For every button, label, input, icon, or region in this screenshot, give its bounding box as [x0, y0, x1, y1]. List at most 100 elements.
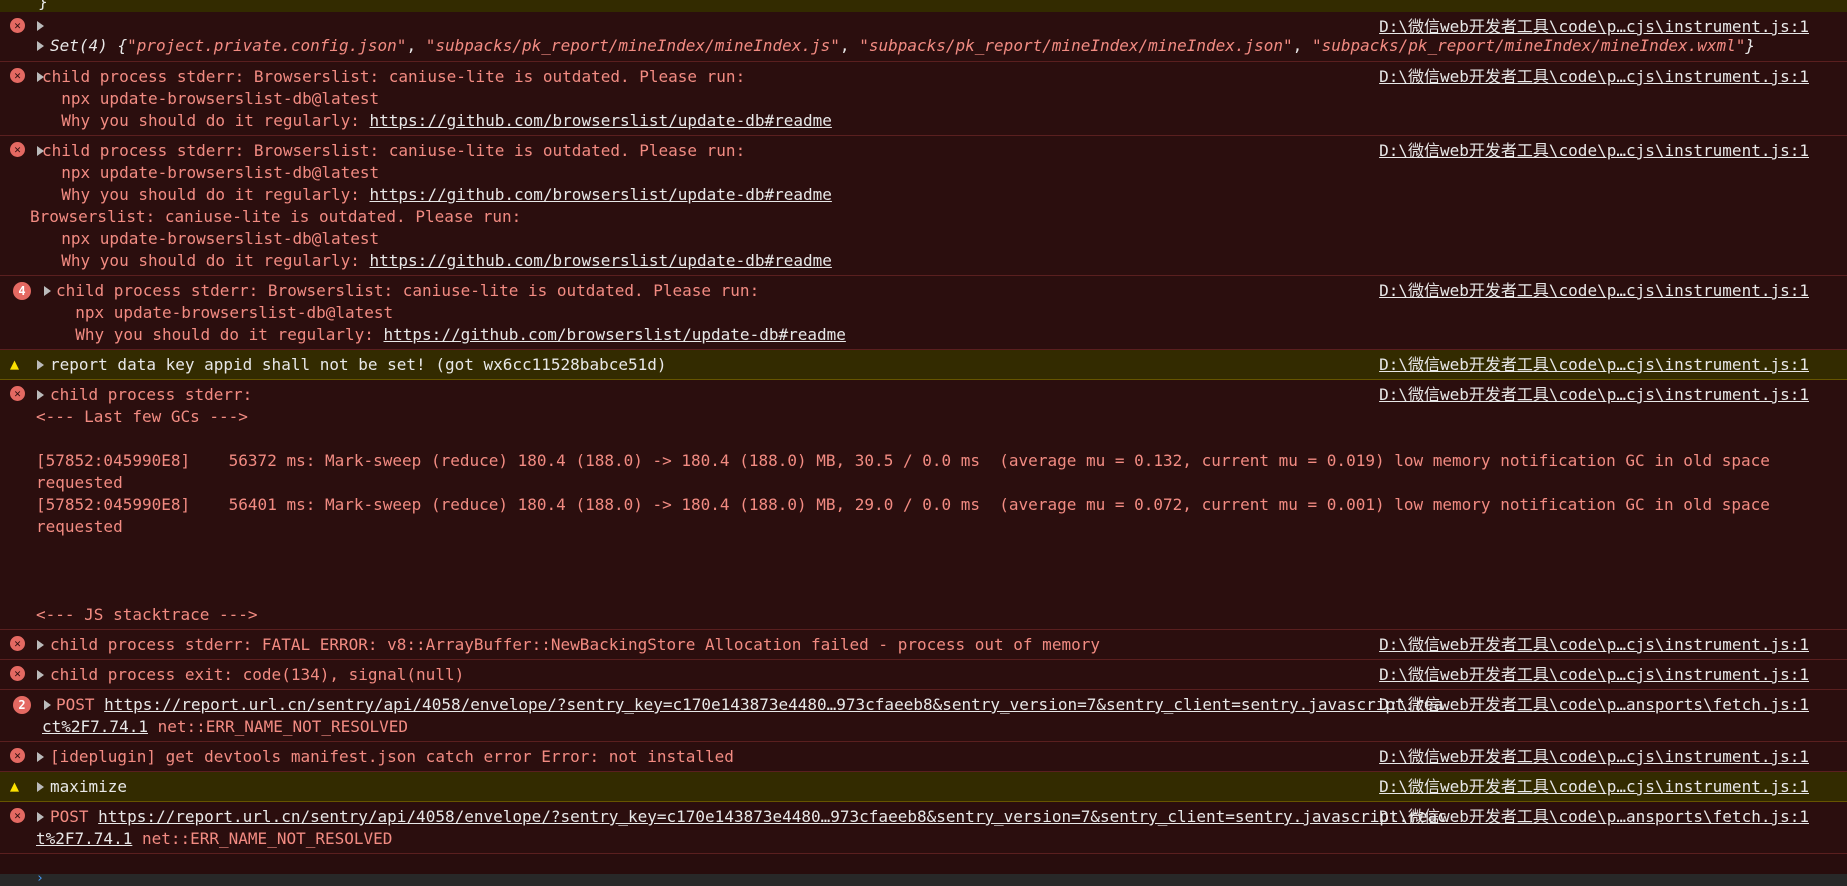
console-error-gc[interactable]: ✕ D:\微信web开发者工具\code\p…cjs\instrument.js… — [0, 380, 1847, 630]
message-text: child process stderr: — [50, 384, 1517, 406]
readme-link[interactable]: https://github.com/browserslist/update-d… — [370, 185, 832, 204]
message-line: npx update-browserslist-db@latest — [42, 89, 380, 108]
previous-entry-tail: } — [0, 0, 1847, 12]
message-line: npx update-browserslist-db@latest — [42, 229, 380, 248]
message-line: child process stderr: Browserslist: cani… — [42, 67, 746, 86]
expand-triangle-icon[interactable] — [37, 812, 44, 822]
error-icon: ✕ — [10, 68, 25, 83]
set-item: "subpacks/pk_report/mineIndex/mineIndex.… — [1311, 36, 1746, 55]
console-error-browserslist[interactable]: ✕ D:\微信web开发者工具\code\p…cjs\instrument.js… — [0, 136, 1847, 276]
message-line: Why you should do it regularly: — [42, 185, 370, 204]
expand-triangle-icon[interactable] — [37, 21, 44, 31]
set-label: Set(4) — [50, 36, 108, 55]
message-line: Why you should do it regularly: — [42, 251, 370, 270]
warning-icon: ▲ — [10, 355, 20, 373]
console-error-fatal[interactable]: ✕ D:\微信web开发者工具\code\p…cjs\instrument.js… — [0, 630, 1847, 660]
expand-triangle-icon[interactable] — [37, 752, 44, 762]
source-link[interactable]: D:\微信web开发者工具\code\p…cjs\instrument.js:1 — [1379, 746, 1809, 768]
message-text: POST https://report.url.cn/sentry/api/40… — [36, 806, 1447, 850]
request-method: POST — [50, 807, 99, 826]
set-item: "subpacks/pk_report/mineIndex/mineIndex.… — [859, 36, 1293, 55]
error-icon: ✕ — [10, 142, 25, 157]
error-icon: ✕ — [10, 748, 25, 763]
console-error-set[interactable]: ✕ D:\微信web开发者工具\code\p…cjs\instrument.js… — [0, 12, 1847, 62]
error-icon: ✕ — [10, 636, 25, 651]
message-line: Why you should do it regularly: — [56, 325, 384, 344]
request-status: net::ERR_NAME_NOT_RESOLVED — [132, 829, 393, 848]
expand-triangle-icon[interactable] — [37, 360, 44, 370]
message-line: child process stderr: — [50, 385, 253, 404]
source-link[interactable]: D:\微信web开发者工具\code\p…cjs\instrument.js:1 — [1379, 776, 1809, 798]
message-text: child process stderr: Browserslist: cani… — [42, 66, 1517, 132]
message-line: maximize — [50, 777, 128, 796]
message-line: report data key appid shall not be set! … — [50, 355, 667, 374]
error-icon: ✕ — [10, 18, 25, 33]
message-line: npx update-browserslist-db@latest — [42, 163, 380, 182]
message-line: child process exit: code(134), signal(nu… — [50, 665, 465, 684]
expand-triangle-icon[interactable] — [37, 640, 44, 650]
message-line: child process stderr: Browserslist: cani… — [42, 141, 746, 160]
set-preview[interactable]: Set(4) {"project.private.config.json", "… — [0, 35, 1847, 57]
message-text: child process stderr: FATAL ERROR: v8::A… — [50, 634, 1517, 656]
console-prompt[interactable]: › — [0, 871, 1847, 886]
expand-triangle-icon[interactable] — [37, 72, 44, 82]
expand-triangle-icon[interactable] — [37, 670, 44, 680]
readme-link[interactable]: https://github.com/browserslist/update-d… — [384, 325, 846, 344]
message-text: [ideplugin] get devtools manifest.json c… — [50, 746, 1517, 768]
expand-triangle-icon[interactable] — [44, 286, 51, 296]
message-line: [57852:045990E8] 56401 ms: Mark-sweep (r… — [36, 495, 1780, 536]
error-icon: ✕ — [10, 808, 25, 823]
message-line: <--- Last few GCs ---> — [36, 407, 248, 426]
source-link[interactable]: D:\微信web开发者工具\code\p…cjs\instrument.js:1 — [1379, 280, 1809, 302]
request-method: POST — [56, 695, 105, 714]
message-text: maximize — [50, 776, 1517, 798]
console-error-post-request[interactable]: 2 D:\微信web开发者工具\code\p…ansports\fetch.js… — [0, 690, 1847, 742]
source-link[interactable]: D:\微信web开发者工具\code\p…cjs\instrument.js:1 — [1379, 634, 1809, 656]
source-link[interactable]: D:\微信web开发者工具\code\p…cjs\instrument.js:1 — [1379, 140, 1809, 162]
expand-triangle-icon[interactable] — [37, 782, 44, 792]
set-item: "subpacks/pk_report/mineIndex/mineIndex.… — [425, 36, 840, 55]
set-close-brace: } — [1745, 36, 1756, 55]
console-error-ideplugin[interactable]: ✕ D:\微信web开发者工具\code\p…cjs\instrument.js… — [0, 742, 1847, 772]
expand-triangle-icon[interactable] — [44, 700, 51, 710]
request-status: net::ERR_NAME_NOT_RESOLVED — [147, 717, 409, 736]
message-text: child process exit: code(134), signal(nu… — [50, 664, 1517, 686]
message-text: child process stderr: Browserslist: cani… — [30, 140, 1517, 272]
gc-details: <--- Last few GCs ---> [57852:045990E8] … — [36, 406, 1827, 626]
expand-triangle-icon[interactable] — [37, 390, 44, 400]
source-link[interactable]: D:\微信web开发者工具\code\p…ansports\fetch.js:1 — [1379, 694, 1809, 716]
message-line: Browserslist: caniuse-lite is outdated. … — [30, 207, 522, 226]
console-warning-maximize[interactable]: ▲ D:\微信web开发者工具\code\p…cjs\instrument.js… — [0, 772, 1847, 802]
console-error-post-request[interactable]: ✕ D:\微信web开发者工具\code\p…ansports\fetch.js… — [0, 802, 1847, 854]
console-warning-appid[interactable]: ▲ D:\微信web开发者工具\code\p…cjs\instrument.js… — [0, 350, 1847, 380]
message-text: child process stderr: Browserslist: cani… — [56, 280, 1517, 346]
console-error-browserslist[interactable]: ✕ D:\微信web开发者工具\code\p…cjs\instrument.js… — [0, 62, 1847, 136]
message-line: Why you should do it regularly: — [42, 111, 370, 130]
repeat-count-badge: 2 — [13, 696, 31, 714]
expand-triangle-icon[interactable] — [37, 41, 44, 51]
console-error-exit[interactable]: ✕ D:\微信web开发者工具\code\p…cjs\instrument.js… — [0, 660, 1847, 690]
message-line: child process stderr: FATAL ERROR: v8::A… — [50, 635, 1100, 654]
message-text: report data key appid shall not be set! … — [50, 354, 1517, 376]
closing-brace: } — [38, 0, 48, 11]
console-error-browserslist-grouped[interactable]: 4 D:\微信web开发者工具\code\p…cjs\instrument.js… — [0, 276, 1847, 350]
source-link[interactable]: D:\微信web开发者工具\code\p…cjs\instrument.js:1 — [1379, 354, 1809, 376]
message-line: npx update-browserslist-db@latest — [56, 303, 394, 322]
source-link[interactable]: D:\微信web开发者工具\code\p…cjs\instrument.js:1 — [1379, 664, 1809, 686]
message-line: [ideplugin] get devtools manifest.json c… — [50, 747, 734, 766]
readme-link[interactable]: https://github.com/browserslist/update-d… — [370, 251, 832, 270]
source-link[interactable]: D:\微信web开发者工具\code\p…cjs\instrument.js:1 — [1379, 384, 1809, 406]
expand-triangle-icon[interactable] — [37, 146, 44, 156]
prompt-chevron-icon: › — [36, 871, 44, 886]
source-link[interactable]: D:\微信web开发者工具\code\p…cjs\instrument.js:1 — [1379, 66, 1809, 88]
set-open-brace: { — [117, 36, 128, 55]
message-text: POST https://report.url.cn/sentry/api/40… — [42, 694, 1447, 738]
error-icon: ✕ — [10, 386, 25, 401]
readme-link[interactable]: https://github.com/browserslist/update-d… — [370, 111, 832, 130]
set-item: "project.private.config.json" — [127, 36, 407, 55]
warning-icon: ▲ — [10, 777, 20, 795]
message-line: child process stderr: Browserslist: cani… — [56, 281, 760, 300]
repeat-count-badge: 4 — [13, 282, 31, 300]
error-icon: ✕ — [10, 666, 25, 681]
source-link[interactable]: D:\微信web开发者工具\code\p…ansports\fetch.js:1 — [1379, 806, 1809, 828]
